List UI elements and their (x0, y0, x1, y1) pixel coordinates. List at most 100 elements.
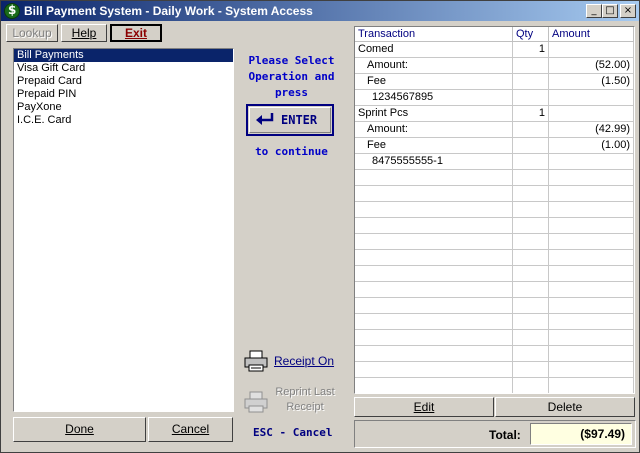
receipt-on-link[interactable]: Receipt On (274, 354, 334, 368)
reprint-printer-icon (244, 391, 268, 413)
table-row[interactable] (355, 186, 634, 202)
help-button[interactable]: Help (61, 24, 107, 42)
cell-transaction (355, 202, 513, 217)
cell-amount (549, 330, 634, 345)
table-row[interactable]: 8475555555-1 (355, 154, 634, 170)
table-row[interactable] (355, 282, 634, 298)
table-row[interactable] (355, 218, 634, 234)
cell-transaction: Fee (355, 138, 513, 153)
cell-transaction (355, 330, 513, 345)
table-row[interactable]: Amount: (52.00) (355, 58, 634, 74)
list-item[interactable]: Prepaid PIN (14, 88, 233, 101)
table-row[interactable] (355, 202, 634, 218)
cancel-label: Cancel (171, 422, 210, 436)
cell-amount (549, 186, 634, 201)
cell-transaction: Fee (355, 74, 513, 89)
cell-qty (513, 250, 549, 265)
header-transaction[interactable]: Transaction (355, 27, 513, 42)
lookup-button[interactable]: Lookup (6, 24, 58, 42)
cell-amount (549, 90, 634, 105)
table-row[interactable]: Fee (1.00) (355, 138, 634, 154)
cell-amount: (1.00) (549, 138, 634, 153)
reprint-line-1: Reprint Last (275, 386, 335, 398)
list-item[interactable]: Visa Gift Card (14, 62, 233, 75)
list-item[interactable]: PayXone (14, 101, 233, 114)
transaction-grid[interactable]: Transaction Qty Amount Comed 1 Amount: (52.… (354, 26, 635, 394)
cell-qty: 1 (513, 42, 549, 57)
table-row[interactable] (355, 234, 634, 250)
cell-qty (513, 282, 549, 297)
cell-qty (513, 154, 549, 169)
edit-label: Edit (413, 400, 435, 414)
total-panel: Total: ($97.49) (354, 420, 636, 448)
cell-amount (549, 234, 634, 249)
table-row[interactable]: Fee (1.50) (355, 74, 634, 90)
cell-qty (513, 122, 549, 137)
table-row[interactable] (355, 346, 634, 362)
enter-button[interactable]: ENTER (246, 104, 334, 136)
enter-label: ENTER (281, 113, 318, 127)
table-row[interactable] (355, 330, 634, 346)
cell-qty (513, 58, 549, 73)
operation-list[interactable]: Bill Payments Visa Gift Card Prepaid Card P… (13, 48, 234, 412)
cell-transaction (355, 282, 513, 297)
table-row[interactable]: 1234567895 (355, 90, 634, 106)
cell-amount: (1.50) (549, 74, 634, 89)
cell-amount: (42.99) (549, 122, 634, 137)
table-row[interactable] (355, 314, 634, 330)
minimize-button[interactable]: _ (586, 4, 602, 18)
window-title: Bill Payment System - Daily Work - Syste… (24, 4, 313, 18)
cell-amount (549, 154, 634, 169)
delete-button[interactable]: Delete (495, 397, 635, 417)
total-value: ($97.49) (530, 423, 632, 445)
cell-transaction (355, 250, 513, 265)
cell-qty (513, 234, 549, 249)
exit-button[interactable]: Exit (110, 24, 162, 42)
list-item[interactable]: I.C.E. Card (14, 114, 233, 127)
header-qty[interactable]: Qty (513, 27, 549, 42)
table-row[interactable] (355, 378, 634, 393)
reprint-line-2: Receipt (286, 401, 324, 413)
cell-qty (513, 298, 549, 313)
printer-icon[interactable] (244, 350, 268, 372)
maximize-button[interactable]: □ (602, 4, 618, 18)
cell-qty (513, 330, 549, 345)
list-item[interactable]: Bill Payments (14, 49, 233, 62)
cell-amount (549, 202, 634, 217)
cell-qty (513, 170, 549, 185)
prompt-line-1: Please Select (248, 54, 335, 67)
cancel-button[interactable]: Cancel (148, 417, 233, 442)
cell-transaction (355, 298, 513, 313)
done-button[interactable]: Done (13, 417, 146, 442)
cell-qty (513, 314, 549, 329)
cell-qty (513, 362, 549, 377)
table-row[interactable]: Sprint Pcs 1 (355, 106, 634, 122)
table-row[interactable]: Comed 1 (355, 42, 634, 58)
cell-qty (513, 74, 549, 89)
cell-transaction: Amount: (355, 122, 513, 137)
table-row[interactable] (355, 266, 634, 282)
table-row[interactable] (355, 362, 634, 378)
table-row[interactable]: Amount: (42.99) (355, 122, 634, 138)
cell-amount (549, 314, 634, 329)
table-row[interactable] (355, 298, 634, 314)
cell-transaction: 1234567895 (355, 90, 513, 105)
cell-amount (549, 362, 634, 377)
cell-amount (549, 218, 634, 233)
app-window: Bill Payment System - Daily Work - Syste… (0, 0, 640, 453)
cell-amount (549, 298, 634, 313)
title-bar[interactable]: Bill Payment System - Daily Work - Syste… (1, 1, 639, 21)
header-amount[interactable]: Amount (549, 27, 634, 42)
cell-transaction (355, 346, 513, 361)
instruction-panel: Please Select Operation and press ENTER … (237, 48, 346, 446)
cell-transaction (355, 314, 513, 329)
table-row[interactable] (355, 170, 634, 186)
reprint-receipt-link: Reprint Last Receipt (269, 385, 341, 415)
exit-label: Exit (124, 26, 147, 40)
table-row[interactable] (355, 250, 634, 266)
cell-amount (549, 378, 634, 393)
edit-button[interactable]: Edit (354, 397, 494, 417)
close-button[interactable]: × (620, 4, 636, 18)
cell-amount (549, 170, 634, 185)
list-item[interactable]: Prepaid Card (14, 75, 233, 88)
